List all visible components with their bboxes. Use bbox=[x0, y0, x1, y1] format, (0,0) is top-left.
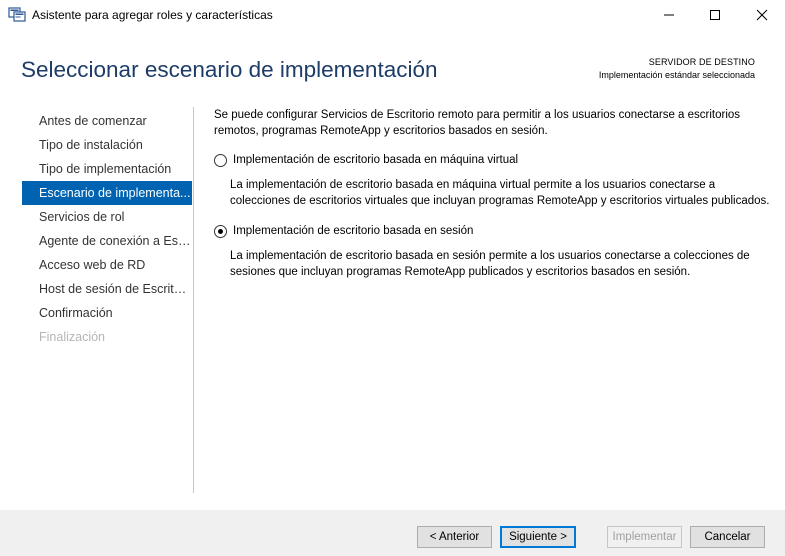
main-content: Se puede configurar Servicios de Escrito… bbox=[214, 108, 774, 280]
option-session-based-description: La implementación de escritorio basada e… bbox=[230, 250, 750, 278]
sidebar-divider bbox=[193, 107, 194, 493]
server-manager-icon bbox=[8, 6, 26, 22]
sidebar-item-escenario-de-implementacion[interactable]: Escenario de implementa... bbox=[22, 181, 192, 205]
sidebar-item-tipo-de-instalacion[interactable]: Tipo de instalación bbox=[22, 133, 192, 157]
install-button: Implementar bbox=[607, 526, 682, 548]
maximize-icon[interactable] bbox=[692, 0, 738, 30]
sidebar-item-host-de-sesion[interactable]: Host de sesión de Escritor... bbox=[22, 277, 192, 301]
page-title: Seleccionar escenario de implementación bbox=[21, 57, 438, 82]
sidebar-item-agente-de-conexion[interactable]: Agente de conexión a Esc... bbox=[22, 229, 192, 253]
option-session-based: Implementación de escritorio basada en s… bbox=[214, 223, 774, 280]
wizard-header: Seleccionar escenario de implementación … bbox=[0, 30, 785, 100]
wizard-steps-nav: Antes de comenzar Tipo de instalación Ti… bbox=[22, 109, 192, 349]
option-vm-based-description: La implementación de escritorio basada e… bbox=[230, 179, 770, 207]
minimize-icon[interactable] bbox=[646, 0, 692, 30]
destination-server-label: SERVIDOR DE DESTINO bbox=[648, 57, 755, 67]
radio-checked-icon[interactable] bbox=[214, 224, 227, 238]
destination-server-value: Implementación estándar seleccionada bbox=[598, 70, 755, 80]
radio-vm-based[interactable]: Implementación de escritorio basada en m… bbox=[214, 152, 774, 168]
radio-unchecked-icon[interactable] bbox=[214, 153, 227, 167]
title-bar: Asistente para agregar roles y caracterí… bbox=[0, 0, 785, 30]
window-title: Asistente para agregar roles y caracterí… bbox=[32, 8, 273, 22]
radio-session-based[interactable]: Implementación de escritorio basada en s… bbox=[214, 223, 774, 239]
intro-text: Se puede configurar Servicios de Escrito… bbox=[214, 109, 741, 137]
next-button[interactable]: Siguiente > bbox=[500, 526, 576, 548]
sidebar-item-antes-de-comenzar[interactable]: Antes de comenzar bbox=[22, 109, 192, 133]
sidebar-item-servicios-de-rol[interactable]: Servicios de rol bbox=[22, 205, 192, 229]
back-button[interactable]: < Anterior bbox=[417, 526, 492, 548]
radio-vm-based-label[interactable]: Implementación de escritorio basada en m… bbox=[233, 154, 518, 166]
cancel-button[interactable]: Cancelar bbox=[690, 526, 765, 548]
sidebar-item-acceso-web-rd[interactable]: Acceso web de RD bbox=[22, 253, 192, 277]
sidebar-item-tipo-de-implementacion[interactable]: Tipo de implementación bbox=[22, 157, 192, 181]
close-icon[interactable] bbox=[739, 0, 785, 30]
option-vm-based: Implementación de escritorio basada en m… bbox=[214, 152, 774, 209]
radio-session-based-label[interactable]: Implementación de escritorio basada en s… bbox=[233, 225, 473, 237]
sidebar-item-finalizacion: Finalización bbox=[39, 330, 106, 344]
wizard-footer: < Anterior Siguiente > Implementar Cance… bbox=[0, 510, 785, 556]
sidebar-item-confirmacion[interactable]: Confirmación bbox=[22, 301, 192, 325]
